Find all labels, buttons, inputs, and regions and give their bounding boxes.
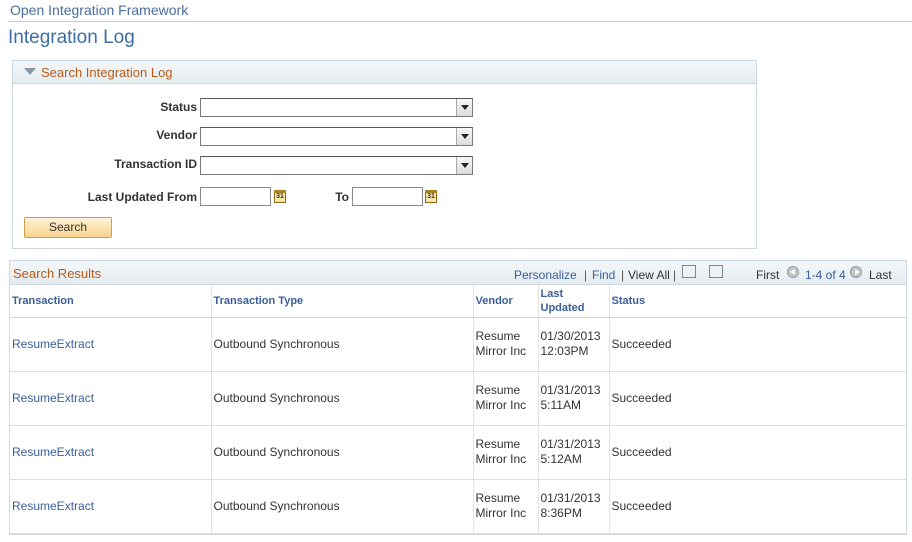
- transaction-id-label: Transaction ID: [114, 157, 197, 171]
- column-header-transaction[interactable]: Transaction: [10, 285, 212, 318]
- separator: |: [673, 268, 677, 282]
- previous-arrow-icon[interactable]: [787, 266, 799, 278]
- from-date-input[interactable]: [200, 187, 271, 206]
- find-link[interactable]: Find: [592, 268, 615, 282]
- last-updated-cell: 01/30/2013 12:03PM: [538, 317, 610, 372]
- chevron-down-icon[interactable]: [456, 128, 472, 145]
- calendar-icon[interactable]: 31: [425, 190, 437, 203]
- search-button[interactable]: Search: [24, 217, 112, 238]
- column-header-status[interactable]: Status: [609, 285, 906, 318]
- status-select[interactable]: [200, 98, 473, 117]
- vendor-cell: Resume Mirror Inc: [473, 317, 539, 372]
- to-date-input[interactable]: [352, 187, 423, 206]
- last-link[interactable]: Last: [869, 268, 892, 282]
- last-updated-cell: 01/31/2013 8:36PM: [538, 479, 610, 534]
- search-panel: Search Integration Log Status Vendor Tra…: [12, 60, 757, 249]
- transaction-type-cell: Outbound Synchronous: [211, 317, 474, 372]
- vendor-cell: Resume Mirror Inc: [473, 479, 539, 534]
- table-row: ResumeExtract Outbound Synchronous Resum…: [10, 479, 906, 534]
- vendor-cell: Resume Mirror Inc: [473, 425, 539, 480]
- results-header: Search Results Personalize | Find | View…: [10, 261, 906, 285]
- calendar-icon[interactable]: 31: [274, 190, 286, 203]
- grid-download-icon[interactable]: [709, 265, 723, 278]
- status-cell: Succeeded: [609, 317, 906, 372]
- results-table: Transaction Transaction Type Vendor Last…: [10, 285, 906, 534]
- column-header-last-updated[interactable]: Last Updated: [538, 285, 610, 318]
- separator: |: [584, 268, 588, 282]
- column-header-vendor[interactable]: Vendor: [473, 285, 539, 318]
- status-label: Status: [160, 100, 197, 114]
- vendor-select[interactable]: [200, 127, 473, 146]
- column-header-transaction-type[interactable]: Transaction Type: [211, 285, 474, 318]
- triangle-down-icon[interactable]: [24, 68, 36, 75]
- results-title: Search Results: [13, 266, 102, 281]
- separator: |: [621, 268, 625, 282]
- breadcrumb[interactable]: Open Integration Framework: [10, 2, 188, 18]
- search-results-grid: Search Results Personalize | Find | View…: [9, 260, 907, 535]
- transaction-type-cell: Outbound Synchronous: [211, 479, 474, 534]
- last-updated-cell: 01/31/2013 5:12AM: [538, 425, 610, 480]
- page-title: Integration Log: [8, 27, 135, 48]
- search-panel-title[interactable]: Search Integration Log: [41, 65, 173, 80]
- transaction-link[interactable]: ResumeExtract: [12, 445, 94, 459]
- view-all-link[interactable]: View All: [628, 268, 670, 282]
- next-arrow-icon[interactable]: [850, 266, 862, 278]
- first-link[interactable]: First: [756, 268, 779, 282]
- status-cell: Succeeded: [609, 371, 906, 426]
- transaction-type-cell: Outbound Synchronous: [211, 371, 474, 426]
- search-panel-header[interactable]: Search Integration Log: [13, 61, 756, 84]
- vendor-cell: Resume Mirror Inc: [473, 371, 539, 426]
- table-row: ResumeExtract Outbound Synchronous Resum…: [10, 371, 906, 426]
- table-header-row: Transaction Transaction Type Vendor Last…: [10, 285, 906, 318]
- transaction-link[interactable]: ResumeExtract: [12, 337, 94, 351]
- breadcrumb-divider: [8, 21, 912, 22]
- chevron-down-icon[interactable]: [456, 157, 472, 174]
- table-row: ResumeExtract Outbound Synchronous Resum…: [10, 425, 906, 480]
- chevron-down-icon[interactable]: [456, 99, 472, 116]
- status-cell: Succeeded: [609, 425, 906, 480]
- last-updated-cell: 01/31/2013 5:11AM: [538, 371, 610, 426]
- status-cell: Succeeded: [609, 479, 906, 534]
- row-range: 1-4 of 4: [805, 268, 846, 282]
- transaction-type-cell: Outbound Synchronous: [211, 425, 474, 480]
- last-updated-from-label: Last Updated From: [87, 190, 197, 204]
- personalize-link[interactable]: Personalize: [514, 268, 577, 282]
- vendor-label: Vendor: [156, 128, 197, 142]
- to-label: To: [335, 190, 349, 204]
- transaction-id-select[interactable]: [200, 156, 473, 175]
- transaction-link[interactable]: ResumeExtract: [12, 391, 94, 405]
- new-window-icon[interactable]: [682, 265, 696, 278]
- transaction-link[interactable]: ResumeExtract: [12, 499, 94, 513]
- table-row: ResumeExtract Outbound Synchronous Resum…: [10, 317, 906, 372]
